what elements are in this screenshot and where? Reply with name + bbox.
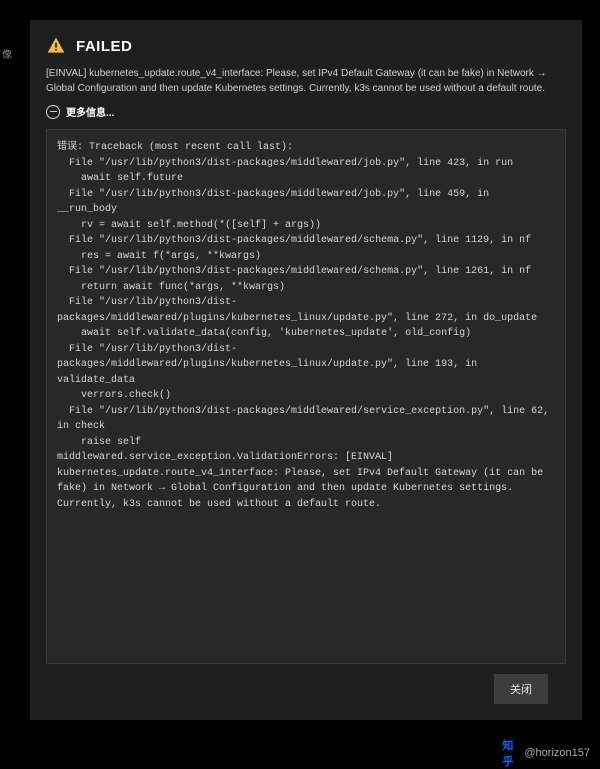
dialog-header: FAILED	[46, 36, 566, 56]
dialog-title: FAILED	[76, 38, 132, 55]
error-dialog: FAILED [EINVAL] kubernetes_update.route_…	[30, 20, 582, 720]
warning-icon	[46, 36, 66, 56]
watermark: 知乎 @horizon157	[502, 745, 590, 761]
collapse-icon	[46, 105, 60, 119]
traceback-text: 错误: Traceback (most recent call last): F…	[46, 129, 566, 664]
zhihu-icon: 知乎	[502, 745, 518, 761]
error-message: [EINVAL] kubernetes_update.route_v4_inte…	[46, 66, 566, 96]
dialog-actions: 关闭	[46, 664, 566, 704]
more-info-label: 更多信息...	[66, 104, 114, 119]
close-button[interactable]: 关闭	[494, 674, 548, 704]
more-info-toggle[interactable]: 更多信息...	[46, 104, 566, 119]
watermark-user: @horizon157	[524, 747, 590, 759]
cropped-text-fragment: 像	[2, 46, 12, 61]
